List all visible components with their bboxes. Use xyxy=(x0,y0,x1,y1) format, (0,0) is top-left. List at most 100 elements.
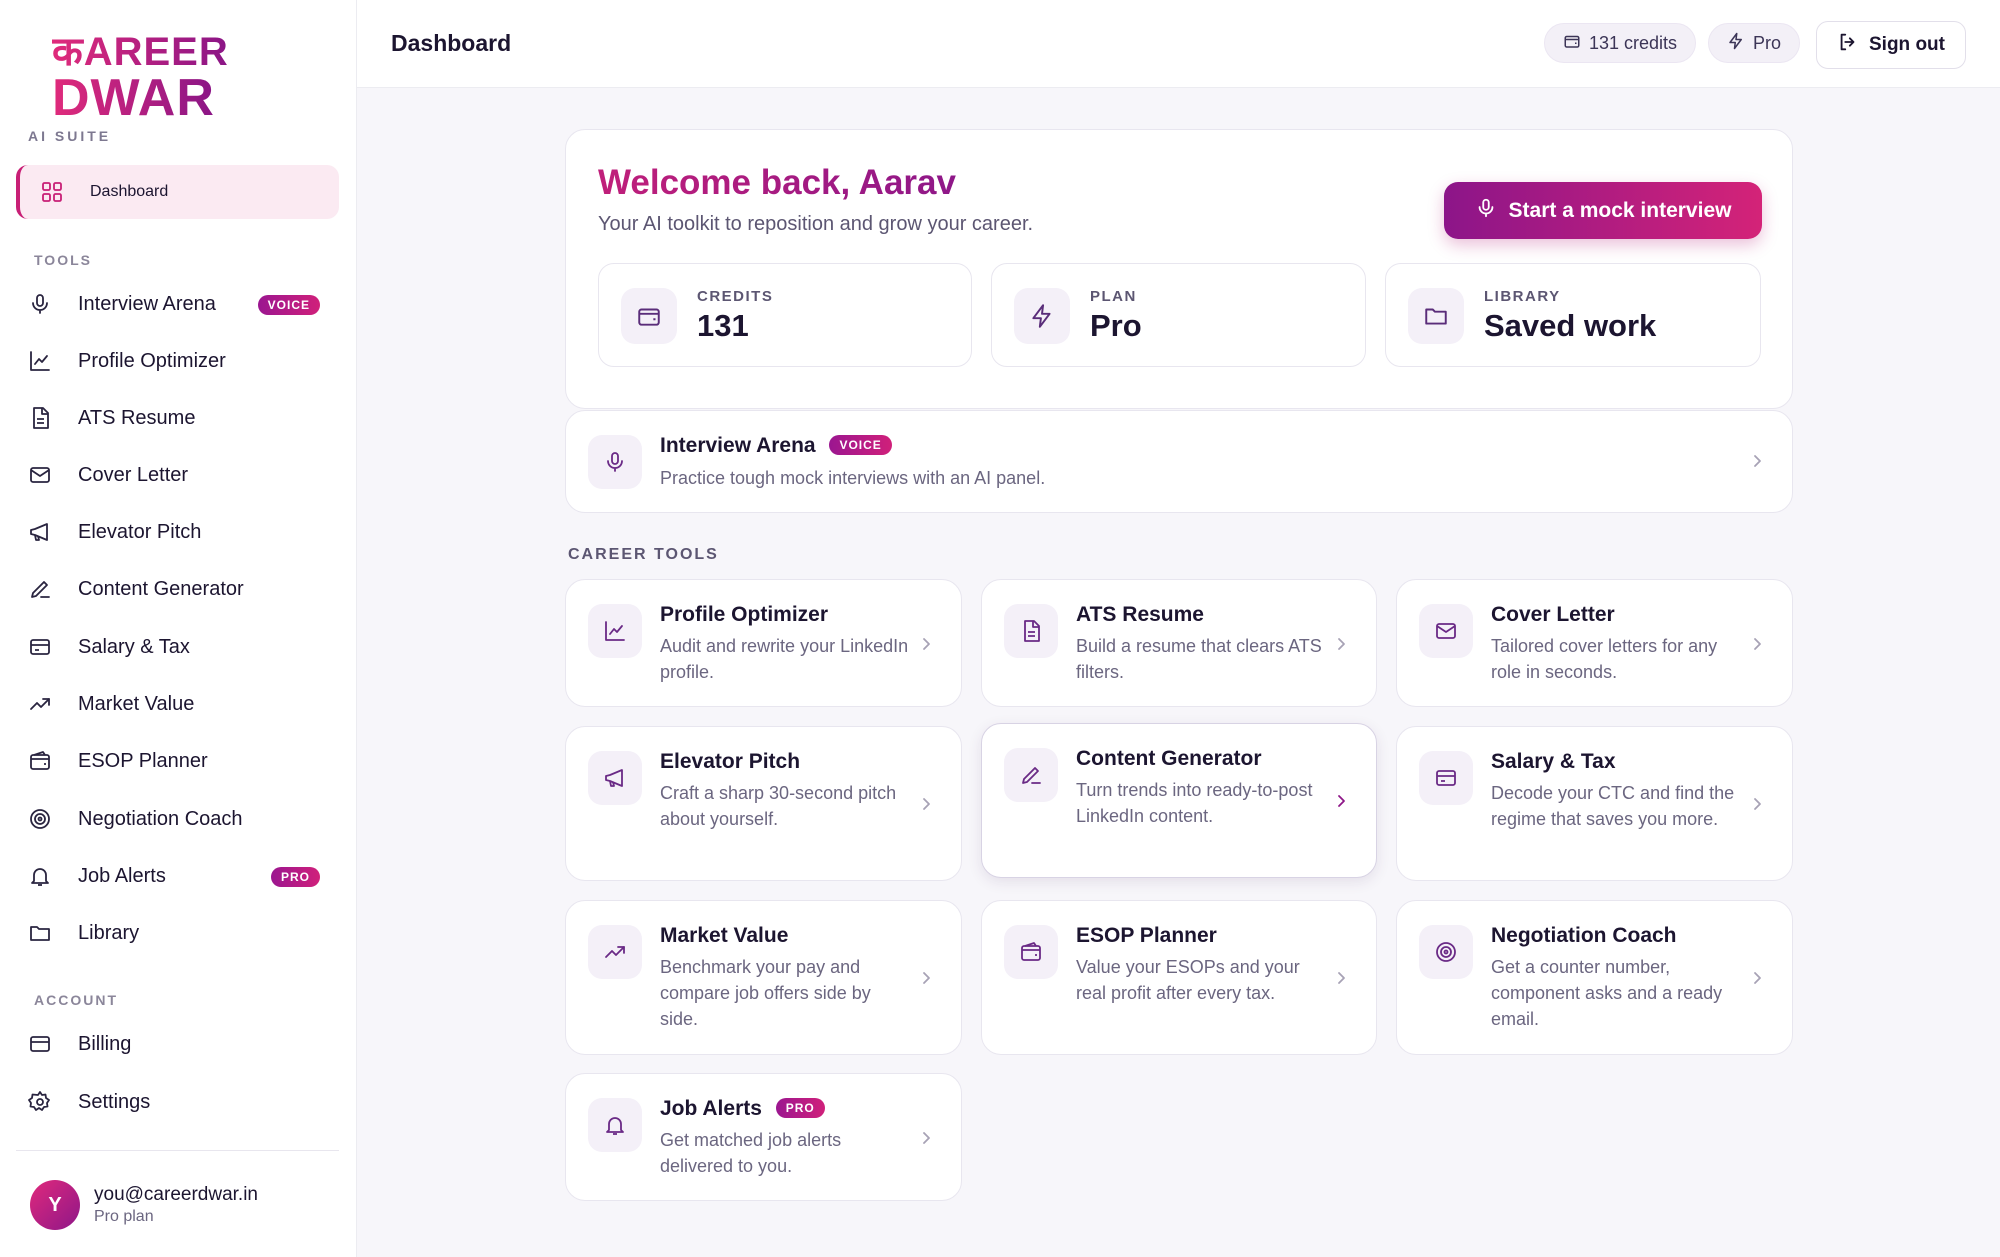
mail-icon xyxy=(28,463,70,487)
sidebar-item-label: Market Value xyxy=(78,692,195,715)
tool-title: Content Generator xyxy=(1076,747,1262,770)
sidebar-item-market-value[interactable]: Market Value xyxy=(28,679,338,729)
target-icon xyxy=(1419,925,1473,979)
sidebar-item-label: Billing xyxy=(78,1032,132,1055)
voice-badge: VOICE xyxy=(829,435,892,455)
sidebar-item-billing[interactable]: Billing xyxy=(28,1019,338,1069)
tool-title: ATS Resume xyxy=(1076,603,1204,626)
bolt-icon xyxy=(1014,288,1070,344)
tool-desc: Get a counter number, component asks and… xyxy=(1491,957,1723,1029)
tool-title: ESOP Planner xyxy=(1076,924,1217,947)
tool-desc: Get matched job alerts delivered to you. xyxy=(660,1130,842,1176)
tool-title: Negotiation Coach xyxy=(1491,924,1677,947)
wallet-icon xyxy=(1563,32,1581,55)
start-mock-interview-button[interactable]: Start a mock interview xyxy=(1444,182,1762,239)
tool-card-elevator-pitch[interactable]: Elevator Pitch Craft a sharp 30-second p… xyxy=(565,726,962,881)
sidebar-item-settings[interactable]: Settings xyxy=(28,1077,338,1127)
stat-label: LIBRARY xyxy=(1484,288,1561,305)
tool-title: Job Alerts PRO xyxy=(660,1097,825,1121)
chevron-right-icon xyxy=(919,971,933,985)
tool-card-esop-planner[interactable]: ESOP Planner Value your ESOPs and your r… xyxy=(981,900,1377,1055)
tool-card-content-generator[interactable]: Content Generator Turn trends into ready… xyxy=(981,723,1377,878)
sidebar-divider xyxy=(16,1150,339,1151)
cta-label: Start a mock interview xyxy=(1508,198,1732,222)
wallet-icon xyxy=(621,288,677,344)
sidebar-item-label: Settings xyxy=(78,1090,151,1113)
tool-card-negotiation-coach[interactable]: Negotiation Coach Get a counter number, … xyxy=(1396,900,1793,1055)
sidebar-item-label: Profile Optimizer xyxy=(78,349,226,372)
chevron-right-icon xyxy=(1750,637,1764,651)
sign-out-label: Sign out xyxy=(1869,34,1945,55)
sidebar-item-elevator-pitch[interactable]: Elevator Pitch xyxy=(28,507,338,557)
stat-library[interactable]: LIBRARY Saved work xyxy=(1385,263,1761,367)
sidebar-item-label: ESOP Planner xyxy=(78,749,208,772)
chevron-right-icon xyxy=(1750,971,1764,985)
arena-title-text: Interview Arena xyxy=(660,434,816,457)
arena-desc: Practice tough mock interviews with an A… xyxy=(660,468,1046,488)
pro-badge: PRO xyxy=(270,867,320,887)
avatar[interactable]: Y xyxy=(30,1180,80,1230)
tool-title-text: Job Alerts xyxy=(660,1097,762,1120)
user-plan: Pro plan xyxy=(94,1208,154,1225)
sidebar-item-label: Library xyxy=(78,921,140,944)
voice-badge: VOICE xyxy=(257,295,320,315)
trending-up-icon xyxy=(588,925,642,979)
chart-line-icon xyxy=(588,604,642,658)
card-icon xyxy=(28,1032,70,1056)
sidebar-item-label: Negotiation Coach xyxy=(78,807,243,830)
chevron-right-icon xyxy=(1750,797,1764,811)
stat-credits[interactable]: CREDITS 131 xyxy=(598,263,972,367)
brand-logo[interactable]: कAREER DWAR xyxy=(52,30,232,126)
chevron-right-icon xyxy=(1334,971,1348,985)
card-icon xyxy=(1419,751,1473,805)
sidebar-item-label: Salary & Tax xyxy=(78,635,190,658)
interview-arena-card[interactable]: Interview Arena VOICE Practice tough moc… xyxy=(565,410,1793,513)
bolt-icon xyxy=(1727,32,1745,55)
tool-card-job-alerts[interactable]: Job Alerts PRO Get matched job alerts de… xyxy=(565,1073,962,1201)
tool-card-cover-letter[interactable]: Cover Letter Tailored cover letters for … xyxy=(1396,579,1793,707)
credits-pill-label: 131 credits xyxy=(1589,32,1678,53)
target-icon xyxy=(28,807,70,831)
account-heading: ACCOUNT xyxy=(34,992,118,1008)
chevron-right-icon xyxy=(919,637,933,651)
logo-line-1: कAREER xyxy=(52,30,229,74)
sidebar-item-salary-tax[interactable]: Salary & Tax xyxy=(28,622,338,672)
sidebar-item-label: ATS Resume xyxy=(78,406,196,429)
wallet-icon xyxy=(28,749,70,773)
plan-pill[interactable]: Pro xyxy=(1708,23,1801,63)
tool-desc: Benchmark your pay and compare job offer… xyxy=(660,957,871,1029)
tool-desc: Value your ESOPs and your real profit af… xyxy=(1076,957,1300,1003)
sidebar-item-negotiation-coach[interactable]: Negotiation Coach xyxy=(28,794,338,844)
sidebar-item-ats-resume[interactable]: ATS Resume xyxy=(28,393,338,443)
tool-desc: Turn trends into ready-to-post LinkedIn … xyxy=(1076,780,1313,826)
chart-line-icon xyxy=(28,349,70,373)
tool-title: Profile Optimizer xyxy=(660,603,829,626)
tools-heading: TOOLS xyxy=(34,252,92,268)
credits-pill[interactable]: 131 credits xyxy=(1544,23,1697,63)
stat-value: 131 xyxy=(697,308,749,343)
stat-label: PLAN xyxy=(1090,288,1137,305)
tool-card-market-value[interactable]: Market Value Benchmark your pay and comp… xyxy=(565,900,962,1055)
mic-icon xyxy=(1475,197,1497,225)
sidebar-item-label: Elevator Pitch xyxy=(78,520,202,543)
sidebar-item-profile-optimizer[interactable]: Profile Optimizer xyxy=(28,336,338,386)
tool-card-profile-optimizer[interactable]: Profile Optimizer Audit and rewrite your… xyxy=(565,579,962,707)
sidebar-item-content-generator[interactable]: Content Generator xyxy=(28,564,338,614)
sidebar-item-interview-arena[interactable]: Interview Arena VOICE xyxy=(28,279,338,329)
sidebar-item-dashboard[interactable]: Dashboard xyxy=(16,165,339,219)
sign-out-button[interactable]: Sign out xyxy=(1816,21,1966,69)
stat-value: Saved work xyxy=(1484,308,1657,343)
sidebar-item-library[interactable]: Library xyxy=(28,908,338,958)
pro-badge: PRO xyxy=(775,1098,825,1118)
sidebar-item-cover-letter[interactable]: Cover Letter xyxy=(28,450,338,500)
stat-plan[interactable]: PLAN Pro xyxy=(991,263,1366,367)
tool-card-salary-tax[interactable]: Salary & Tax Decode your CTC and find th… xyxy=(1396,726,1793,881)
tool-desc: Decode your CTC and find the regime that… xyxy=(1491,783,1735,829)
tool-card-ats-resume[interactable]: ATS Resume Build a resume that clears AT… xyxy=(981,579,1377,707)
chevron-right-icon xyxy=(1334,794,1348,808)
sidebar-item-label: Content Generator xyxy=(78,577,244,600)
sidebar-item-job-alerts[interactable]: Job Alerts PRO xyxy=(28,851,338,901)
sidebar-item-esop-planner[interactable]: ESOP Planner xyxy=(28,736,338,786)
mic-icon xyxy=(28,292,70,316)
chevron-right-icon xyxy=(1334,637,1348,651)
